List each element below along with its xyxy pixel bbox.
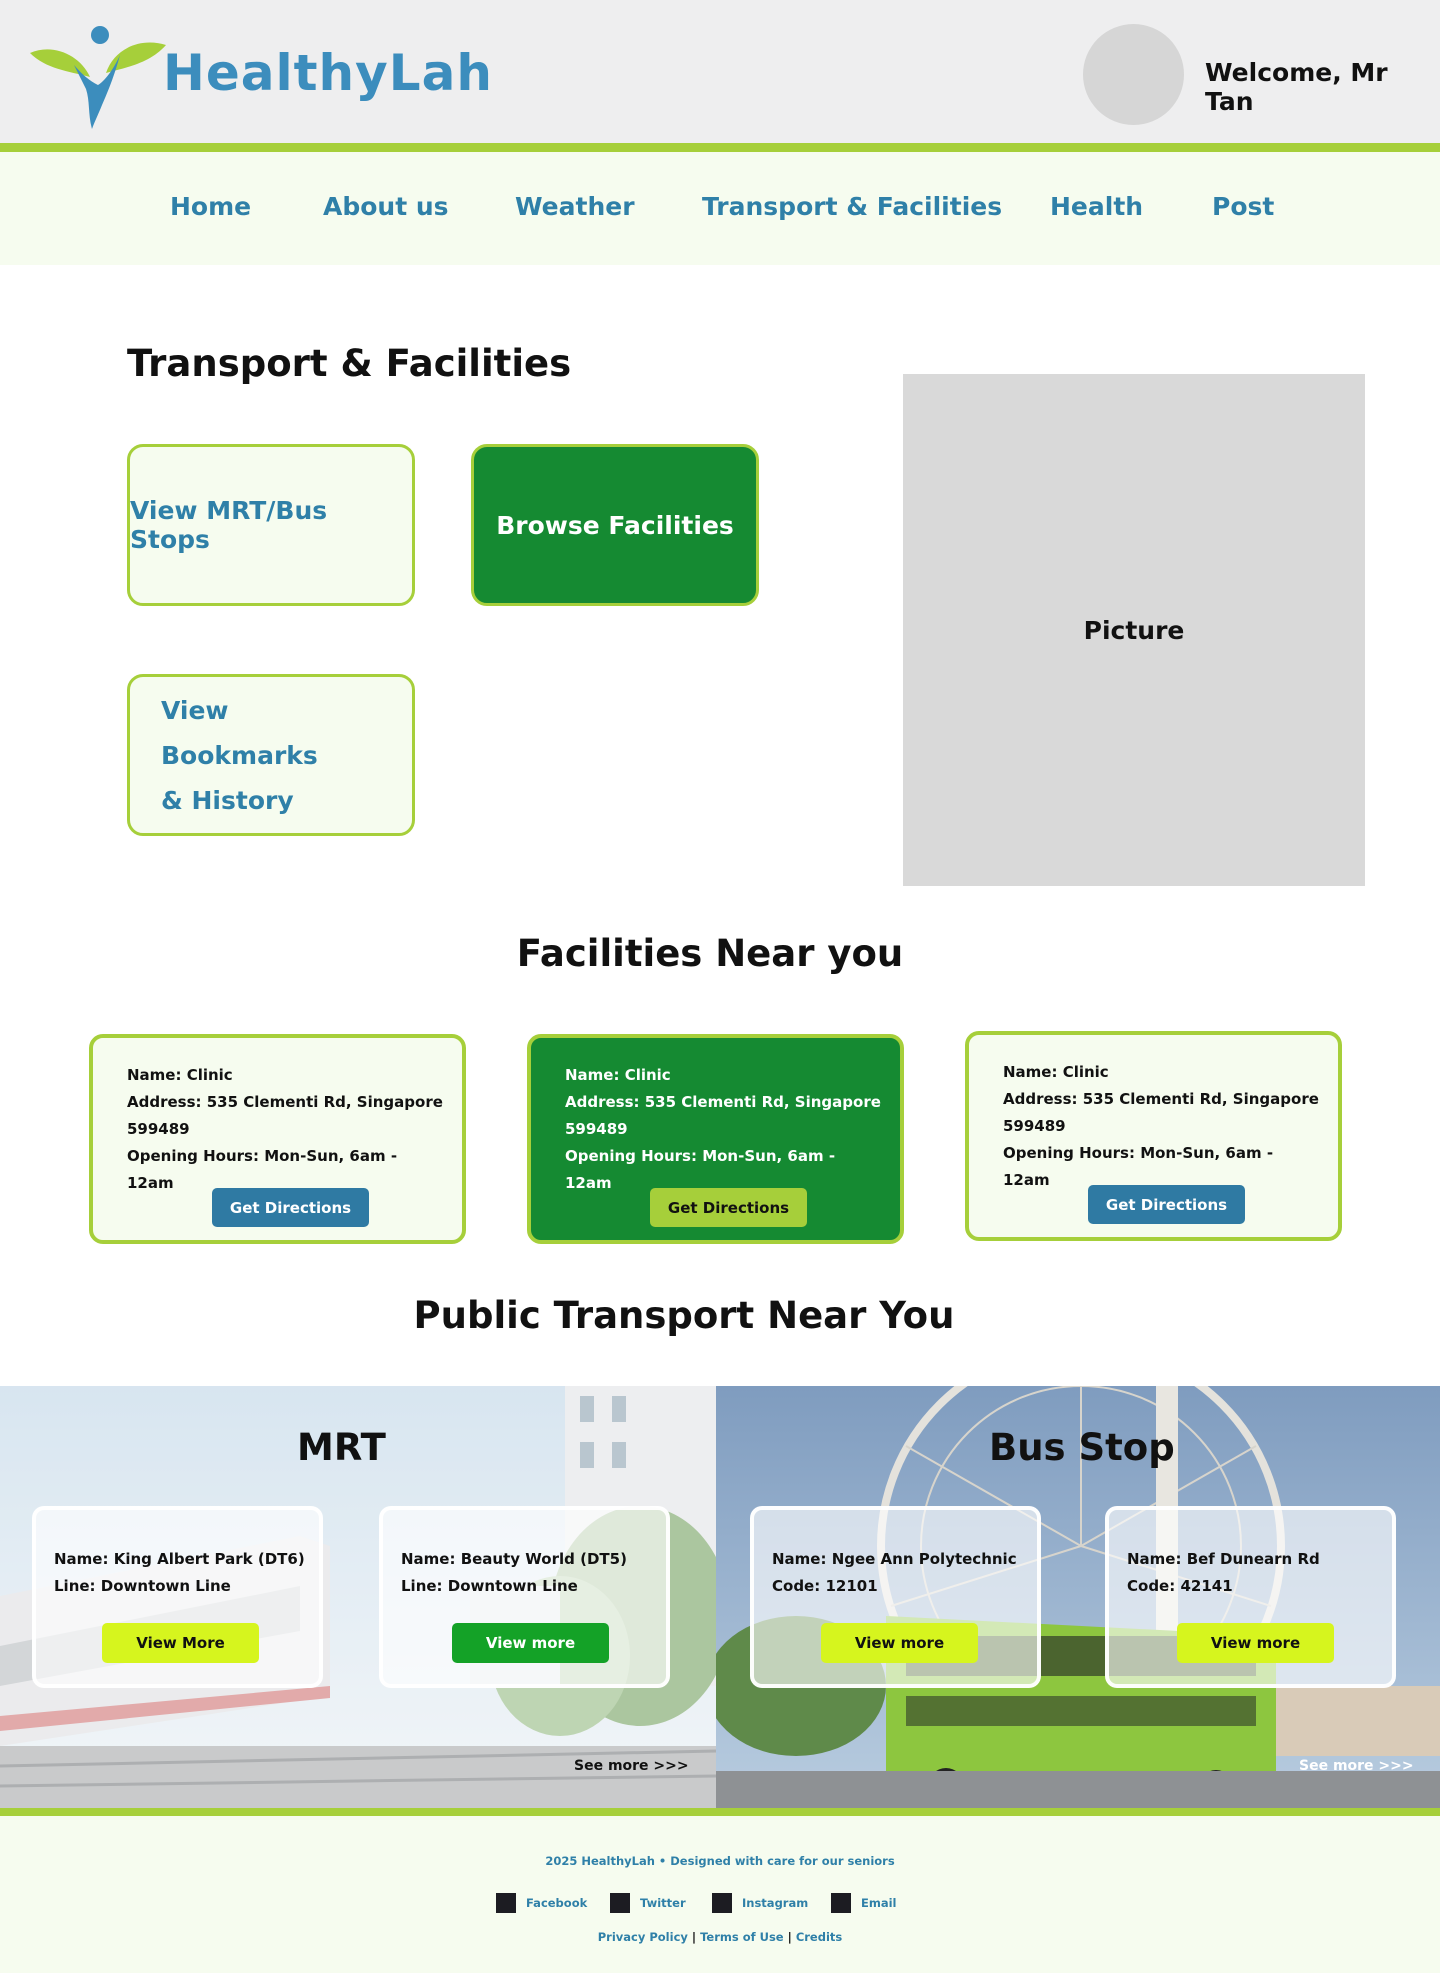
facility-postal: 599489 — [1003, 1117, 1066, 1135]
email-label: Email — [861, 1896, 897, 1910]
transport-section-title: Public Transport Near You — [413, 1294, 955, 1337]
browse-facilities-button[interactable]: Browse Facilities — [471, 444, 759, 606]
view-bookmarks-history-button[interactable]: View Bookmarks & History — [127, 674, 415, 836]
facility-name: Name: Clinic — [565, 1066, 671, 1084]
instagram-link[interactable]: Instagram — [712, 1893, 808, 1913]
main-nav: Home About us Weather Transport & Facili… — [0, 152, 1440, 265]
welcome-text: Welcome, Mr Tan — [1205, 58, 1388, 116]
brand-name: HealthyLah — [163, 44, 493, 102]
mrt-station-card: Name: King Albert Park (DT6) Line: Downt… — [32, 1506, 323, 1688]
facebook-link[interactable]: Facebook — [496, 1893, 587, 1913]
bus-stop-title: Bus Stop — [989, 1426, 1175, 1469]
mrt-see-more-link[interactable]: See more >>> — [574, 1758, 689, 1774]
get-directions-button[interactable]: Get Directions — [1088, 1185, 1245, 1224]
email-icon — [831, 1893, 851, 1913]
view-more-button[interactable]: View More — [102, 1623, 259, 1663]
facility-card: Name: Clinic Address: 535 Clementi Rd, S… — [965, 1031, 1342, 1241]
facility-address: Address: 535 Clementi Rd, Singapore — [565, 1093, 881, 1111]
bus-stop-name: Name: Ngee Ann Polytechnic — [772, 1550, 1017, 1568]
view-more-button[interactable]: View more — [1177, 1623, 1334, 1663]
credits-link[interactable]: Credits — [796, 1930, 842, 1944]
nav-transport-facilities[interactable]: Transport & Facilities — [702, 192, 1002, 221]
page-title: Transport & Facilities — [127, 342, 572, 385]
legal-separator: | — [691, 1930, 697, 1944]
view-mrt-bus-stops-label: View MRT/Bus Stops — [130, 496, 328, 554]
header: HealthyLah Welcome, Mr Tan — [0, 0, 1440, 145]
facebook-label: Facebook — [526, 1896, 588, 1910]
mrt-panel: MRT Name: King Albert Park (DT6) Line: D… — [0, 1386, 716, 1809]
nav-post[interactable]: Post — [1212, 192, 1274, 221]
facility-card: Name: Clinic Address: 535 Clementi Rd, S… — [527, 1034, 904, 1244]
nav-about-us[interactable]: About us — [323, 192, 449, 221]
footer-divider — [0, 1808, 1440, 1816]
view-more-button[interactable]: View more — [452, 1623, 609, 1663]
facility-address: Address: 535 Clementi Rd, Singapore — [1003, 1090, 1319, 1108]
bus-stop-panel: Bus Stop Name: Ngee Ann Polytechnic Code… — [716, 1386, 1440, 1809]
facility-name: Name: Clinic — [127, 1066, 233, 1084]
twitter-label: Twitter — [640, 1896, 686, 1910]
get-directions-button[interactable]: Get Directions — [212, 1188, 369, 1227]
healthylah-logo-icon[interactable] — [28, 25, 168, 130]
avatar[interactable] — [1083, 24, 1184, 125]
nav-health[interactable]: Health — [1050, 192, 1143, 221]
bus-stop-name: Name: Bef Dunearn Rd — [1127, 1550, 1320, 1568]
facility-address: Address: 535 Clementi Rd, Singapore — [127, 1093, 443, 1111]
legal-links: Privacy Policy | Terms of Use | Credits — [0, 1930, 1440, 1944]
legal-separator: | — [787, 1930, 792, 1944]
facility-name: Name: Clinic — [1003, 1063, 1109, 1081]
facebook-icon — [496, 1893, 516, 1913]
facilities-section-title: Facilities Near you — [516, 932, 904, 975]
twitter-link[interactable]: Twitter — [610, 1893, 686, 1913]
facility-postal: 599489 — [565, 1120, 628, 1138]
view-mrt-bus-stops-button[interactable]: View MRT/Bus Stops — [127, 444, 415, 606]
mrt-station-name: Name: Beauty World (DT5) — [401, 1550, 627, 1568]
view-more-button[interactable]: View more — [821, 1623, 978, 1663]
mrt-station-line: Line: Downtown Line — [401, 1577, 578, 1595]
bus-see-more-link[interactable]: See more >>> — [1299, 1758, 1414, 1774]
header-divider — [0, 143, 1440, 152]
copyright-text: 2025 HealthyLah • Designed with care for… — [545, 1854, 895, 1868]
facility-card: Name: Clinic Address: 535 Clementi Rd, S… — [89, 1034, 466, 1244]
view-bookmarks-label: View Bookmarks — [161, 695, 318, 770]
picture-placeholder: Picture — [903, 374, 1365, 886]
terms-of-use-link[interactable]: Terms of Use — [700, 1930, 784, 1944]
nav-weather[interactable]: Weather — [515, 192, 635, 221]
get-directions-button[interactable]: Get Directions — [650, 1188, 807, 1227]
bus-stop-card: Name: Ngee Ann Polytechnic Code: 12101 V… — [750, 1506, 1041, 1688]
instagram-icon — [712, 1893, 732, 1913]
privacy-policy-link[interactable]: Privacy Policy — [598, 1930, 688, 1944]
footer: 2025 HealthyLah • Designed with care for… — [0, 1816, 1440, 1973]
instagram-label: Instagram — [742, 1896, 809, 1910]
mrt-station-name: Name: King Albert Park (DT6) — [54, 1550, 305, 1568]
twitter-icon — [610, 1893, 630, 1913]
bus-stop-code: Code: 12101 — [772, 1577, 878, 1595]
history-label: & History — [161, 785, 294, 815]
browse-facilities-label: Browse Facilities — [496, 510, 734, 540]
bus-stop-code: Code: 42141 — [1127, 1577, 1233, 1595]
mrt-station-card: Name: Beauty World (DT5) Line: Downtown … — [379, 1506, 670, 1688]
facility-postal: 599489 — [127, 1120, 190, 1138]
bus-stop-card: Name: Bef Dunearn Rd Code: 42141 View mo… — [1105, 1506, 1396, 1688]
nav-home[interactable]: Home — [170, 192, 251, 221]
mrt-station-line: Line: Downtown Line — [54, 1577, 231, 1595]
mrt-title: MRT — [297, 1426, 386, 1469]
picture-label: Picture — [1083, 615, 1185, 645]
email-link[interactable]: Email — [831, 1893, 896, 1913]
